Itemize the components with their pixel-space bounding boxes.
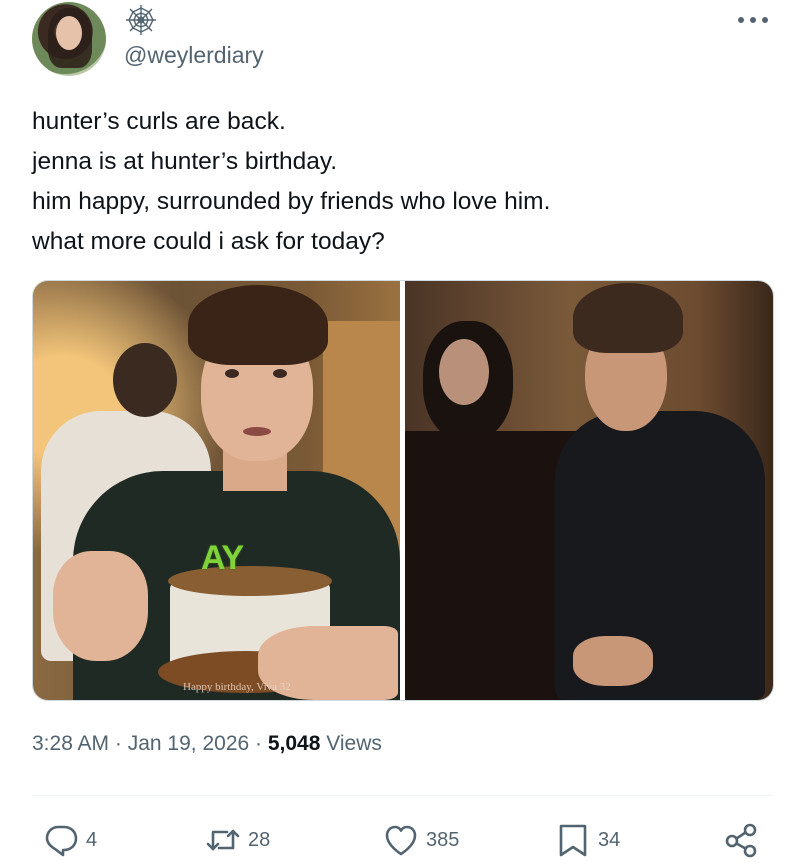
tweet-line: hunter’s curls are back. — [32, 108, 286, 135]
photo-right[interactable] — [405, 281, 773, 700]
main-person-hair — [188, 285, 328, 365]
reply-icon — [45, 825, 78, 857]
views-count: 5,048 — [267, 732, 321, 755]
background-person-head — [113, 343, 177, 417]
reply-count: 4 — [86, 828, 98, 851]
spiderweb-icon — [126, 5, 156, 35]
avatar[interactable] — [32, 2, 106, 76]
meta-separator: · — [249, 732, 268, 755]
bookmark-count: 34 — [598, 828, 621, 851]
meta-separator: · — [109, 732, 128, 755]
divider — [32, 795, 772, 796]
bookmark-button[interactable]: 34 — [554, 820, 620, 860]
tweet-time[interactable]: 3:28 AM — [32, 732, 109, 755]
video-caption-overlay: Happy birthday, Viva 32 — [183, 681, 291, 693]
tweet-date[interactable]: Jan 19, 2026 — [128, 732, 249, 755]
bookmark-icon — [559, 824, 587, 857]
reply-button[interactable]: 4 — [42, 820, 97, 860]
action-bar: 4 28 385 34 — [32, 820, 772, 860]
avatar-face — [56, 16, 82, 50]
man-hair — [573, 283, 683, 353]
repost-count: 28 — [248, 828, 271, 851]
left-eye — [225, 369, 239, 378]
tweet-line: what more could i ask for today? — [32, 228, 385, 255]
left-hand — [53, 551, 148, 661]
tweet-text: hunter’s curls are back. jenna is at hun… — [32, 102, 772, 262]
background-woman-face — [439, 339, 489, 405]
like-button[interactable]: 385 — [382, 820, 459, 860]
tweet-line: him happy, surrounded by friends who lov… — [32, 188, 551, 215]
like-count: 385 — [426, 828, 460, 851]
tweet-media[interactable]: AY Happy birthday, Viva 32 — [32, 280, 774, 701]
mouth — [243, 427, 271, 436]
tweet-line: jenna is at hunter’s birthday. — [32, 148, 338, 175]
cake-topper: AY — [201, 539, 244, 577]
more-options-icon[interactable] — [736, 12, 770, 28]
right-eye — [273, 369, 287, 378]
cake-top — [168, 566, 332, 596]
author-handle[interactable]: @weylerdiary — [124, 42, 264, 69]
repost-icon — [206, 829, 240, 851]
heart-icon — [385, 825, 417, 856]
photo-left[interactable]: AY Happy birthday, Viva 32 — [33, 281, 400, 700]
views-label: Views — [320, 732, 382, 755]
tweet-metadata: 3:28 AM · Jan 19, 2026 · 5,048 Views — [32, 732, 382, 756]
share-button[interactable] — [722, 820, 760, 860]
repost-button[interactable]: 28 — [204, 820, 270, 860]
man-hand — [573, 636, 653, 686]
share-icon — [725, 823, 757, 858]
